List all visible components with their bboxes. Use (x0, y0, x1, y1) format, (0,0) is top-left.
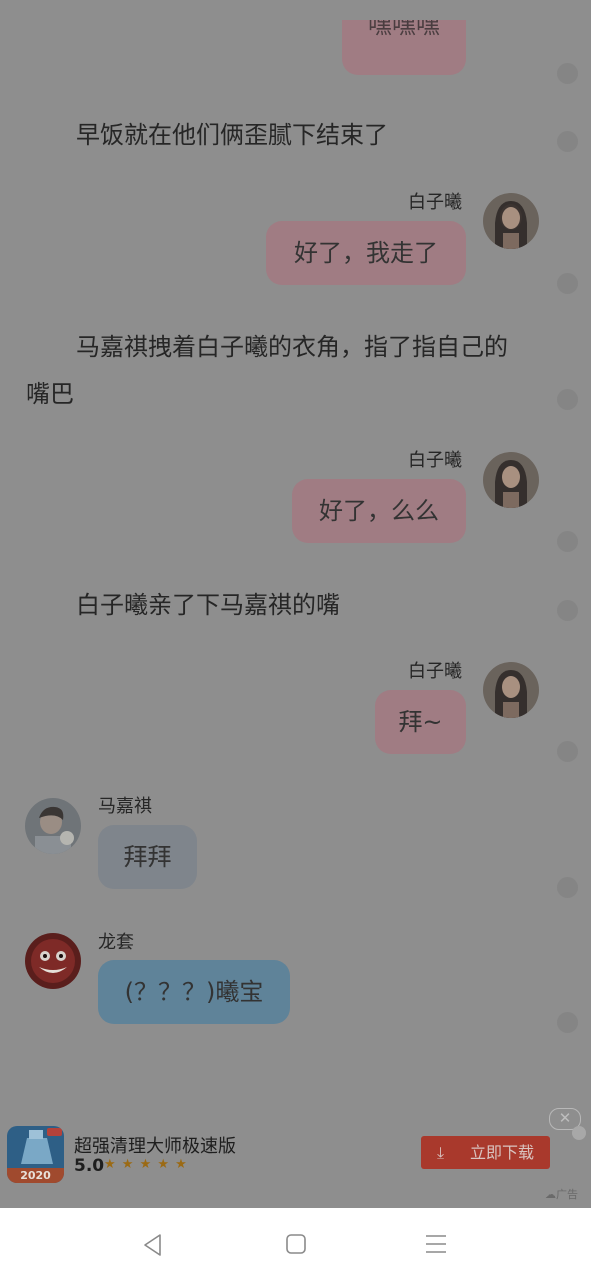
chat-bubble: 好了，么么 (292, 479, 466, 543)
sender-name: 白子曦 (408, 450, 462, 471)
avatar-baizixi[interactable] (483, 662, 539, 718)
sender-name: 白子曦 (408, 192, 462, 213)
avatar-baizixi[interactable] (483, 193, 539, 249)
avatar-baizixi[interactable] (483, 452, 539, 508)
scroll-dot (557, 741, 578, 762)
cloud-icon: ☁ (545, 1188, 556, 1201)
avatar-majiaqi[interactable] (25, 798, 81, 854)
back-icon[interactable] (140, 1232, 166, 1258)
narration-text: 早饭就在他们俩歪腻下结束了 (76, 121, 388, 149)
app-icon[interactable]: 2020 (7, 1126, 64, 1183)
scroll-dot (557, 877, 578, 898)
chat-bubble-partial: 嘿嘿嘿 (342, 20, 466, 75)
info-icon (572, 1126, 586, 1140)
home-icon[interactable] (285, 1233, 307, 1255)
narration-text: 嘴巴 (26, 380, 74, 408)
creepy-face-icon (25, 933, 81, 989)
bubble-text: 嘿嘿嘿 (368, 20, 440, 39)
chat-bubble: 拜~ (375, 690, 466, 754)
ad-label: ☁广告 (545, 1188, 578, 1201)
sender-name: 马嘉祺 (98, 796, 152, 817)
app-icon-year: 2020 (20, 1169, 51, 1182)
download-label: 立即下载 (470, 1143, 535, 1162)
scroll-dot (557, 389, 578, 410)
woman-portrait-icon (483, 193, 539, 249)
ad-title: 超强清理大师极速版 (74, 1136, 236, 1157)
man-portrait-icon (25, 798, 81, 854)
download-button[interactable]: ⤓ 立即下载 (421, 1136, 550, 1169)
scroll-dot (557, 131, 578, 152)
scroll-dot (557, 63, 578, 84)
chat-bubble: 好了，我走了 (266, 221, 466, 285)
chat-bubble: 拜拜 (98, 825, 197, 889)
scroll-dot (557, 600, 578, 621)
menu-icon[interactable] (424, 1234, 448, 1254)
chat-bubble: (？？？)曦宝 (98, 960, 290, 1024)
scroll-dot (557, 531, 578, 552)
avatar-longtao[interactable] (25, 933, 81, 989)
ad-banner[interactable]: ✕ 2020 超强清理大师极速版 5.0 ★ ★ ★ ★ ★ ⤓ 立即下载 ☁广… (0, 1108, 591, 1208)
narration-text: 马嘉祺拽着白子曦的衣角，指了指自己的 (76, 333, 508, 361)
close-icon: ✕ (558, 1109, 572, 1127)
woman-portrait-icon (483, 662, 539, 718)
ad-rating: 5.0 (74, 1156, 105, 1176)
sender-name: 龙套 (98, 932, 134, 953)
sender-name: 白子曦 (408, 661, 462, 682)
system-nav-bar (0, 1208, 591, 1280)
woman-portrait-icon (483, 452, 539, 508)
scroll-dot (557, 1012, 578, 1033)
narration-text: 白子曦亲了下马嘉祺的嘴 (76, 591, 340, 619)
rating-stars: ★ ★ ★ ★ ★ (104, 1157, 188, 1172)
scroll-dot (557, 273, 578, 294)
download-icon: ⤓ (437, 1143, 445, 1162)
